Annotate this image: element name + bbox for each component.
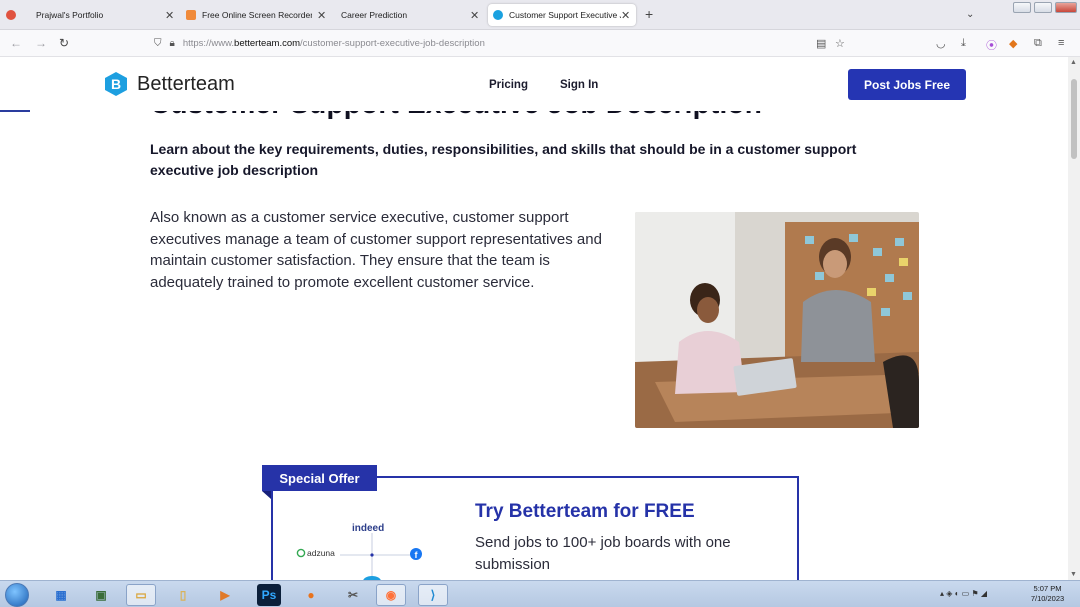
betterteam-logo[interactable]: B Betterteam: [103, 71, 235, 97]
url-prefix: https://www.: [182, 38, 235, 49]
control-panel-icon[interactable]: ▦: [46, 584, 76, 606]
tab-label: Career Prediction: [341, 10, 408, 20]
menu-icon[interactable]: ≡: [1058, 37, 1064, 49]
reload-icon[interactable]: ↻: [59, 36, 69, 50]
clock-date: 7/10/2023: [1030, 594, 1065, 603]
job-boards-graphic: indeed adzuna f: [296, 523, 422, 580]
tracking-shield-icon[interactable]: ⛉: [154, 38, 162, 49]
folder-icon[interactable]: ▯: [168, 584, 198, 606]
media-player-icon[interactable]: ▶: [210, 584, 240, 606]
metamask-icon[interactable]: ◆: [1009, 37, 1017, 50]
close-icon[interactable]: ✕: [165, 9, 174, 22]
forward-icon[interactable]: →: [35, 36, 47, 50]
vscode-icon[interactable]: ⟩: [418, 584, 448, 606]
scroll-up-icon[interactable]: ▲: [1070, 59, 1077, 66]
bookmark-star-icon[interactable]: ☆: [835, 37, 845, 50]
downloads-icon[interactable]: ⤓: [961, 37, 966, 50]
close-icon[interactable]: ✕: [317, 9, 326, 22]
recorder-favicon-icon: [186, 10, 196, 20]
restore-button[interactable]: [1034, 2, 1052, 13]
window-close-button[interactable]: [1055, 2, 1077, 13]
brand-name: Betterteam: [137, 72, 235, 95]
offer-description: Send jobs to 100+ job boards with one su…: [475, 534, 731, 573]
file-explorer-icon[interactable]: ▭: [126, 584, 156, 606]
team-meeting-photo: [635, 212, 919, 428]
lock-icon[interactable]: 🔒︎: [170, 38, 175, 49]
taskbar-clock[interactable]: 5:07 PM 7/10/2023: [1025, 584, 1070, 604]
computer-icon[interactable]: ▣: [86, 584, 116, 606]
browser-nav-bar: ← → ↻ ⛉ 🔒︎ https://www. betterteam.com/cu…: [0, 30, 1080, 57]
page-viewport: Customer Support Executive Job Descripti…: [0, 57, 1068, 580]
article-lead: Learn about the key requirements, duties…: [150, 141, 857, 178]
windows-taskbar: ▦ ▣ ▭ ▯ ▶ Ps ● ✂ ◉ ⟩ ▴ ◈ ◐ ▭ ⚑ ◢ 5:07 PM…: [0, 580, 1080, 607]
extensions-puzzle-icon[interactable]: ⧉: [1034, 37, 1042, 50]
clock-time: 5:07 PM: [1033, 584, 1062, 593]
nav-sign-in[interactable]: Sign In: [560, 79, 598, 91]
tab-customer-support[interactable]: Customer Support Executive Jo ✕: [488, 4, 636, 26]
site-header: B Betterteam Pricing Sign In Post Jobs F…: [0, 57, 1068, 112]
tab-portfolio[interactable]: Prajwal's Portfolio ✕: [6, 4, 176, 26]
new-tab-button[interactable]: +: [645, 6, 653, 22]
firefox-icon[interactable]: ◉: [376, 584, 406, 606]
fl-studio-icon[interactable]: ●: [296, 584, 326, 606]
close-icon[interactable]: ✕: [470, 9, 479, 22]
scrollbar-thumb[interactable]: [1071, 79, 1077, 159]
tab-label: Free Online Screen Recorder &: [202, 10, 312, 20]
start-button[interactable]: [5, 583, 29, 607]
svg-text:B: B: [111, 76, 121, 92]
adzuna-logo-icon: [296, 548, 306, 558]
offer-badge-fold: [262, 491, 271, 499]
post-jobs-free-button[interactable]: Post Jobs Free: [848, 69, 966, 100]
tab-label: Customer Support Executive Jo: [509, 10, 621, 20]
adzuna-logo: adzuna: [307, 548, 335, 558]
tab-career-prediction[interactable]: Career Prediction ✕: [336, 4, 482, 26]
special-offer-badge: Special Offer: [262, 465, 377, 491]
indeed-logo: indeed: [352, 523, 384, 534]
tab-label: Prajwal's Portfolio: [36, 10, 104, 20]
header-accent-line: [0, 110, 30, 112]
back-icon[interactable]: ←: [10, 36, 22, 50]
article-intro: Also known as a customer service executi…: [150, 209, 602, 292]
pocket-icon[interactable]: ◡: [936, 37, 946, 50]
list-all-tabs-button[interactable]: ⌄: [966, 9, 974, 20]
url-host: betterteam.com: [234, 38, 301, 49]
nav-pricing[interactable]: Pricing: [489, 79, 528, 91]
page-scrollbar[interactable]: ▲ ▼: [1068, 57, 1080, 580]
tab-screen-recorder[interactable]: Free Online Screen Recorder & ✕: [186, 4, 326, 26]
snipping-tool-icon[interactable]: ✂: [338, 584, 368, 606]
portfolio-favicon-icon: [6, 10, 16, 20]
betterteam-favicon-icon: [493, 10, 503, 20]
url-path: /customer-support-executive-job-descript…: [300, 38, 485, 49]
extension-icon[interactable]: ⦿: [986, 37, 997, 53]
address-bar[interactable]: ⛉ 🔒︎ https://www. betterteam.com/customer…: [154, 33, 854, 54]
offer-title[interactable]: Try Betterteam for FREE: [475, 501, 695, 523]
betterteam-logo-icon: B: [105, 72, 127, 96]
photoshop-icon[interactable]: Ps: [257, 584, 281, 606]
close-icon[interactable]: ✕: [621, 9, 630, 22]
scroll-down-icon[interactable]: ▼: [1070, 571, 1077, 578]
reader-view-icon[interactable]: ▤: [816, 37, 826, 50]
minimize-button[interactable]: [1013, 2, 1031, 13]
browser-tab-strip: Prajwal's Portfolio ✕ Free Online Screen…: [0, 0, 1080, 30]
system-tray-icons[interactable]: ▴ ◈ ◐ ▭ ⚑ ◢: [940, 589, 987, 598]
